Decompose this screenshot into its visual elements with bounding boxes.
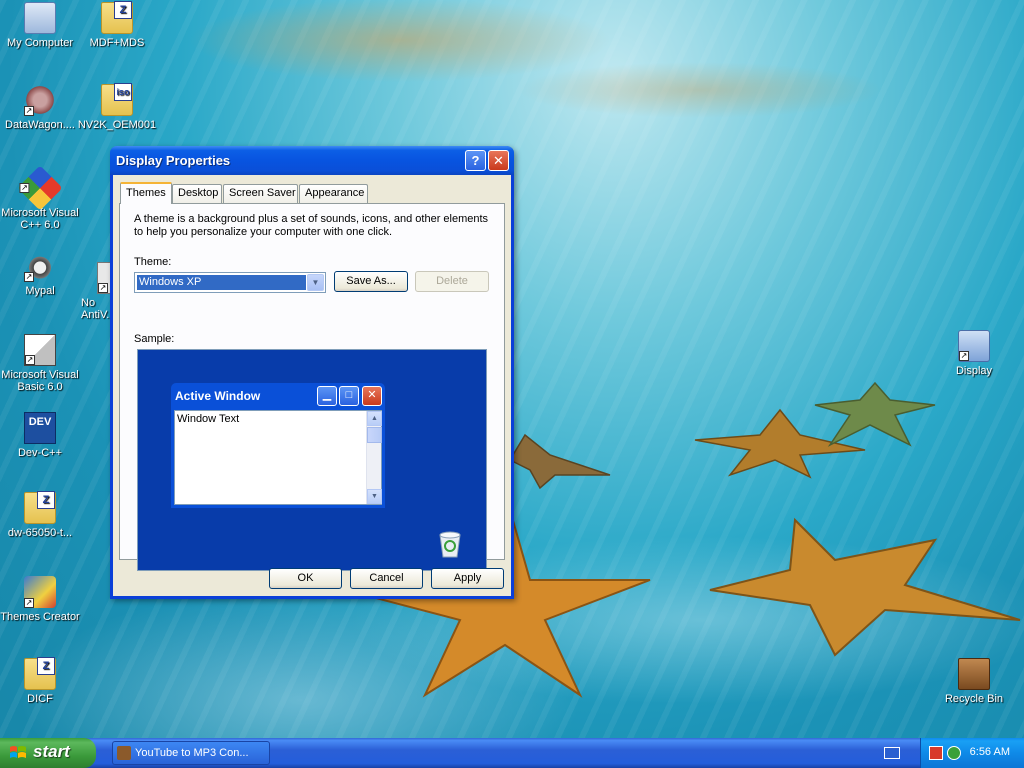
window-title: Display Properties xyxy=(116,153,231,168)
shortcut-arrow-icon: ↗ xyxy=(24,106,34,116)
tab-themes[interactable]: Themes xyxy=(120,182,172,204)
desktop-icon-label: My Computer xyxy=(6,37,74,49)
close-icon: ✕ xyxy=(362,386,382,406)
tab-screen-saver[interactable]: Screen Saver xyxy=(223,184,298,203)
desktop-icon-label: dw-65050-t... xyxy=(7,527,73,539)
palette-icon: ↗ xyxy=(24,576,56,608)
display-properties-window: Display Properties ? ✕ Themes Desktop Sc… xyxy=(110,146,514,599)
save-as-button[interactable]: Save As... xyxy=(334,271,408,292)
sample-active-window: Active Window ▁ □ ✕ Window Text ▲ ▼ xyxy=(171,383,385,508)
shortcut-arrow-icon: ↗ xyxy=(25,355,35,365)
theme-select[interactable]: Windows XP ▼ xyxy=(134,272,326,293)
desktop-icon-themes-creator[interactable]: ↗ Themes Creator xyxy=(0,576,80,623)
sample-scrollbar: ▲ ▼ xyxy=(366,411,382,504)
theme-select-value: Windows XP xyxy=(137,275,306,290)
taskbar: start YouTube to MP3 Con... 6:56 AM xyxy=(0,738,1024,768)
scroll-up-icon: ▲ xyxy=(367,411,382,426)
taskbar-item-label: YouTube to MP3 Con... xyxy=(135,747,249,759)
maximize-icon: □ xyxy=(339,386,359,406)
recycle-bin-icon xyxy=(439,531,461,558)
system-tray: 6:56 AM xyxy=(920,738,1024,768)
archive-folder-icon: Z xyxy=(24,491,56,524)
desktop-icon-datawagon[interactable]: ↗ DataWagon.... xyxy=(0,84,80,131)
archive-folder-icon: Z xyxy=(101,1,133,34)
visual-cpp-icon: ↗ xyxy=(17,165,63,211)
start-label: start xyxy=(33,742,70,761)
desktop-icon-dicf[interactable]: Z DICF xyxy=(0,657,80,705)
recycle-bin-icon xyxy=(958,658,990,690)
desktop-icon-mdf-mds[interactable]: Z MDF+MDS xyxy=(77,1,157,49)
disc-image-folder-icon: iso xyxy=(101,83,133,116)
close-button[interactable]: ✕ xyxy=(488,150,509,171)
desktop-icon-my-computer[interactable]: My Computer xyxy=(0,2,80,49)
shortcut-arrow-icon: ↗ xyxy=(98,283,108,293)
app-icon xyxy=(117,746,131,760)
display-icon: ↗ xyxy=(958,330,990,362)
theme-label: Theme: xyxy=(134,256,172,268)
tab-appearance[interactable]: Appearance xyxy=(299,184,368,203)
themes-panel: A theme is a background plus a set of so… xyxy=(119,203,505,571)
help-button[interactable]: ? xyxy=(465,150,486,171)
raccoon-icon: ↗ xyxy=(24,250,56,282)
desktop-icon-msvc[interactable]: ↗ Microsoft Visual C++ 6.0 xyxy=(0,165,80,231)
sample-label: Sample: xyxy=(134,333,175,345)
scroll-thumb xyxy=(367,427,382,443)
taskbar-item-youtube-to-mp3[interactable]: YouTube to MP3 Con... xyxy=(112,741,270,765)
desktop-icon-dw-65050[interactable]: Z dw-65050-t... xyxy=(0,491,80,539)
desktop-icon-label: Themes Creator xyxy=(0,611,80,623)
starfish-decoration xyxy=(709,517,1021,657)
shortcut-arrow-icon: ↗ xyxy=(24,272,34,282)
computer-icon xyxy=(24,2,56,34)
clock[interactable]: 6:56 AM xyxy=(970,746,1010,758)
start-button[interactable]: start xyxy=(0,738,96,768)
desktop-icon-label: DICF xyxy=(27,693,53,705)
desktop-icon-label: NV2K_OEM001 xyxy=(77,119,157,131)
desktop-icon-mypal[interactable]: ↗ Mypal xyxy=(0,250,80,297)
starfish-decoration xyxy=(814,381,936,447)
desktop-icon-label: Display xyxy=(955,365,993,377)
desktop-icon-display[interactable]: ↗ Display xyxy=(934,330,1014,377)
archive-folder-icon: Z xyxy=(24,657,56,690)
shortcut-arrow-icon: ↗ xyxy=(959,351,969,361)
desktop-icon-nv2k[interactable]: iso NV2K_OEM001 xyxy=(77,83,157,131)
ok-button[interactable]: OK xyxy=(269,568,342,589)
visual-basic-icon: ↗ xyxy=(24,334,56,366)
chevron-down-icon[interactable]: ▼ xyxy=(307,274,324,291)
sample-window-title: Active Window xyxy=(175,389,261,403)
desktop-icon-label: MDF+MDS xyxy=(89,37,145,49)
desktop-icon-label: Microsoft Visual Basic 6.0 xyxy=(1,369,79,393)
dev-cpp-icon: DEV xyxy=(24,412,56,444)
tray-network-icon[interactable] xyxy=(929,746,943,760)
keyboard-icon[interactable] xyxy=(884,747,900,759)
gear-icon: ↗ xyxy=(24,84,56,116)
window-body: Themes Desktop Screen Saver Appearance A… xyxy=(113,175,511,596)
desktop-icon-devcpp[interactable]: DEV Dev-C++ xyxy=(0,412,80,459)
sample-window-text: Window Text xyxy=(177,413,240,425)
sample-window-client: Window Text ▲ ▼ xyxy=(174,410,382,505)
desktop-icon-label: Microsoft Visual C++ 6.0 xyxy=(1,207,79,231)
shortcut-arrow-icon: ↗ xyxy=(24,598,34,608)
window-titlebar[interactable]: Display Properties ? ✕ xyxy=(110,146,514,175)
desktop-icon-msvb[interactable]: ↗ Microsoft Visual Basic 6.0 xyxy=(0,334,80,393)
minimize-icon: ▁ xyxy=(317,386,337,406)
tab-desktop[interactable]: Desktop xyxy=(172,184,222,203)
shortcut-arrow-icon: ↗ xyxy=(19,183,30,193)
tray-security-icon[interactable] xyxy=(947,746,961,760)
apply-button[interactable]: Apply xyxy=(431,568,504,589)
cancel-button[interactable]: Cancel xyxy=(350,568,423,589)
desktop-icon-label: Dev-C++ xyxy=(17,447,63,459)
starfish-decoration xyxy=(508,433,611,490)
desktop-icon-label: Recycle Bin xyxy=(944,693,1004,705)
windows-logo-icon xyxy=(10,746,26,758)
delete-button[interactable]: Delete xyxy=(415,271,489,292)
theme-sample-preview: Active Window ▁ □ ✕ Window Text ▲ ▼ xyxy=(137,349,487,571)
desktop-icon-label: DataWagon.... xyxy=(5,119,75,131)
desktop-icon-label: Mypal xyxy=(25,285,55,297)
desktop-icon-recycle-bin[interactable]: Recycle Bin xyxy=(934,658,1014,705)
theme-description: A theme is a background plus a set of so… xyxy=(134,213,489,238)
scroll-down-icon: ▼ xyxy=(367,489,382,504)
